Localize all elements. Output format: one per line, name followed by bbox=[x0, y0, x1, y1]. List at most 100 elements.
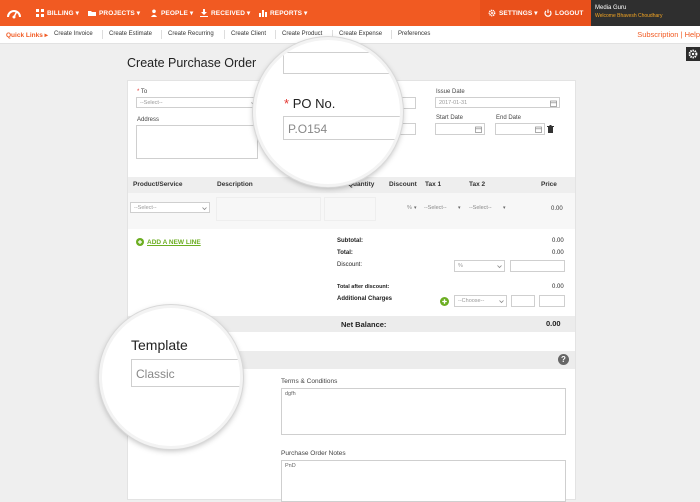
notes-textarea[interactable]: PnD bbox=[281, 460, 566, 502]
discount-type-value: % bbox=[458, 263, 463, 269]
nav-people-label: PEOPLE ▾ bbox=[161, 10, 194, 17]
quantity-input[interactable] bbox=[324, 197, 376, 221]
subtotal-label: Subtotal: bbox=[337, 238, 363, 244]
discount-type-select[interactable]: % bbox=[454, 260, 505, 272]
nav-settings-label: SETTINGS ▾ bbox=[499, 10, 538, 17]
product-select[interactable]: --Select-- bbox=[130, 202, 210, 213]
nav-received-label: RECEIVED ▾ bbox=[211, 10, 251, 17]
chevron-down-icon bbox=[499, 300, 504, 304]
subtotal-value: 0.00 bbox=[552, 238, 564, 244]
address-textarea[interactable] bbox=[136, 125, 258, 159]
divider bbox=[224, 30, 225, 39]
product-select-value: --Select-- bbox=[134, 205, 157, 211]
header-tax2: Tax 2 bbox=[469, 181, 486, 188]
end-date-label: End Date bbox=[496, 115, 522, 121]
divider bbox=[102, 30, 103, 39]
nav-projects-label: PROJECTS ▾ bbox=[99, 10, 141, 17]
side-settings-button[interactable] bbox=[686, 47, 700, 61]
subscription-help-links[interactable]: Subscription | Help bbox=[637, 30, 700, 39]
add-new-line-link[interactable]: ADD A NEW LINE bbox=[136, 238, 201, 246]
gear-icon bbox=[488, 9, 496, 17]
additional-charges-select[interactable]: --Choose-- bbox=[454, 295, 507, 307]
header-discount: Discount bbox=[389, 181, 417, 188]
dashboard-gauge-icon[interactable] bbox=[6, 5, 22, 21]
plus-circle-icon bbox=[136, 238, 144, 246]
header-product: Product/Service bbox=[133, 181, 183, 188]
quick-link-create-invoice[interactable]: Create Invoice bbox=[54, 31, 93, 37]
nav-logout[interactable]: LOGOUT bbox=[544, 0, 583, 26]
terms-label: Terms & Conditions bbox=[281, 378, 338, 385]
nav-received[interactable]: RECEIVED ▾ bbox=[200, 0, 250, 26]
chevron-down-icon bbox=[202, 207, 207, 211]
line-item-row: --Select-- % ▾ --Select-- ▾ --Select-- ▾… bbox=[128, 193, 575, 229]
to-select[interactable]: --Select-- bbox=[136, 97, 259, 108]
description-input[interactable] bbox=[216, 197, 321, 221]
template-select[interactable]: Classic bbox=[131, 359, 240, 387]
quick-links-title: Quick Links ▸ bbox=[6, 32, 48, 39]
person-icon bbox=[151, 9, 157, 17]
discount-label: Discount: bbox=[337, 262, 363, 268]
top-nav: BILLING ▾ PROJECTS ▾ PEOPLE ▾ RECEIVED ▾… bbox=[0, 0, 700, 26]
quick-link-create-estimate[interactable]: Create Estimate bbox=[109, 31, 152, 37]
start-date-label: Start Date bbox=[436, 115, 464, 121]
terms-value: dgfh bbox=[285, 391, 296, 397]
start-date-input[interactable] bbox=[435, 123, 485, 135]
quick-link-create-client[interactable]: Create Client bbox=[231, 31, 266, 37]
end-date-input[interactable] bbox=[495, 123, 545, 135]
nav-billing-label: BILLING ▾ bbox=[47, 10, 79, 17]
net-balance-value: 0.00 bbox=[546, 319, 561, 328]
to-label: * To bbox=[137, 89, 148, 95]
divider bbox=[161, 30, 162, 39]
template-magnifier: Template Classic bbox=[99, 305, 243, 449]
po-magnified-top-input[interactable] bbox=[283, 52, 400, 74]
help-icon[interactable]: ? bbox=[558, 354, 569, 365]
divider bbox=[391, 30, 392, 39]
welcome-text: Welcome Bhavesh Choudhary bbox=[595, 13, 663, 19]
nav-logout-label: LOGOUT bbox=[555, 9, 584, 17]
header-price: Price bbox=[541, 181, 557, 188]
power-icon bbox=[544, 9, 552, 17]
quick-link-preferences[interactable]: Preferences bbox=[398, 31, 430, 37]
to-select-value: --Select-- bbox=[140, 100, 163, 106]
total-after-discount-value: 0.00 bbox=[552, 284, 564, 290]
gear-icon bbox=[688, 49, 698, 59]
nav-settings[interactable]: SETTINGS ▾ bbox=[488, 0, 538, 26]
total-after-discount-label: Total after discount: bbox=[337, 284, 390, 290]
quick-link-create-product[interactable]: Create Product bbox=[282, 31, 322, 37]
tax2-select[interactable]: --Select-- bbox=[469, 205, 492, 211]
nav-reports[interactable]: REPORTS ▾ bbox=[259, 0, 307, 26]
discount-unit-arrow[interactable]: ▾ bbox=[414, 205, 417, 211]
chevron-down-icon bbox=[497, 265, 502, 269]
header-tax1: Tax 1 bbox=[425, 181, 442, 188]
issue-date-input[interactable]: 2017-01-31 bbox=[435, 97, 560, 108]
line-price: 0.00 bbox=[551, 206, 563, 212]
charge-value-input[interactable] bbox=[539, 295, 565, 307]
folder-icon bbox=[88, 11, 96, 16]
tax1-select[interactable]: --Select-- bbox=[424, 205, 447, 211]
divider bbox=[275, 30, 276, 39]
nav-billing[interactable]: BILLING ▾ bbox=[36, 0, 79, 26]
quick-link-create-recurring[interactable]: Create Recurring bbox=[168, 31, 214, 37]
discount-amount-input[interactable] bbox=[510, 260, 565, 272]
tax2-arrow: ▾ bbox=[503, 205, 506, 211]
grid-icon bbox=[36, 9, 44, 17]
add-charge-plus-icon[interactable] bbox=[440, 297, 449, 306]
nav-projects[interactable]: PROJECTS ▾ bbox=[88, 0, 140, 26]
discount-unit: % bbox=[407, 205, 412, 211]
po-number-input[interactable]: P.O154 bbox=[283, 116, 400, 140]
page-title: Create Purchase Order bbox=[127, 56, 257, 70]
user-panel[interactable]: Media Guru Welcome Bhavesh Choudhary bbox=[591, 0, 700, 26]
header-description: Description bbox=[217, 181, 253, 188]
charge-amount-input[interactable] bbox=[511, 295, 535, 307]
trash-icon[interactable] bbox=[547, 125, 554, 133]
terms-textarea[interactable]: dgfh bbox=[281, 388, 566, 435]
total-label: Total: bbox=[337, 250, 353, 256]
bar-chart-icon bbox=[259, 10, 267, 17]
total-value: 0.00 bbox=[552, 250, 564, 256]
calendar-icon bbox=[550, 100, 557, 107]
po-number-magnifier: * PO No. P.O154 bbox=[253, 37, 403, 187]
address-label: Address bbox=[137, 117, 160, 123]
nav-reports-label: REPORTS ▾ bbox=[270, 10, 308, 17]
quick-link-create-expense[interactable]: Create Expense bbox=[339, 31, 382, 37]
nav-people[interactable]: PEOPLE ▾ bbox=[150, 0, 193, 26]
